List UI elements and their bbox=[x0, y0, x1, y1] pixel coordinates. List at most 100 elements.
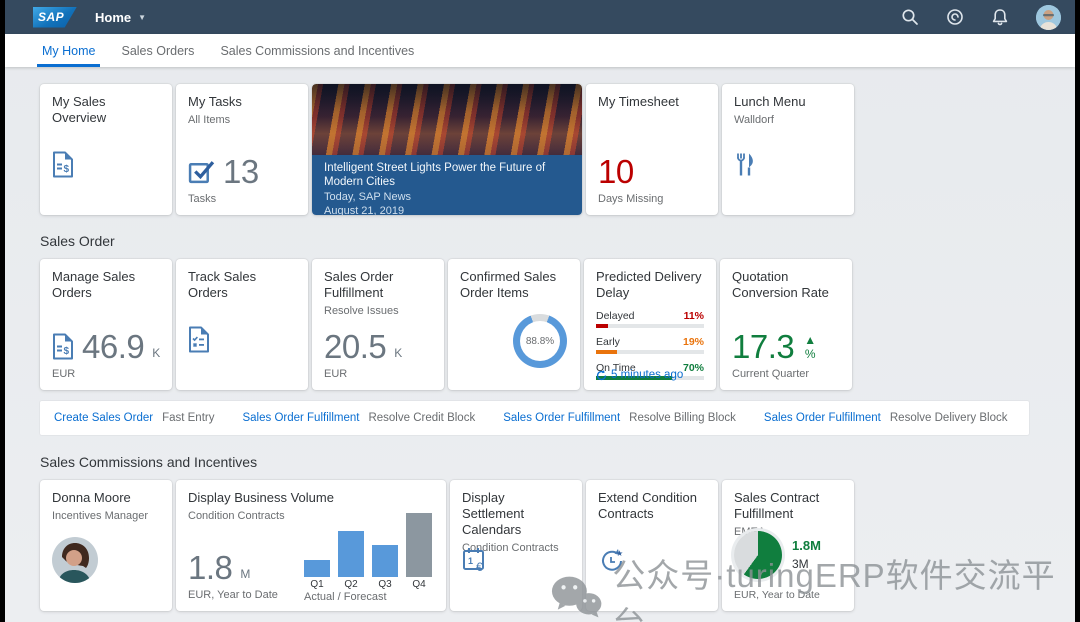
tile-title: My Tasks bbox=[188, 94, 242, 109]
tile-footer: EUR bbox=[324, 368, 348, 380]
bar-value: 19% bbox=[682, 335, 704, 348]
tile-title: Extend Condition Contracts bbox=[598, 490, 698, 521]
tile-title: Track Sales Orders bbox=[188, 269, 257, 300]
link-group: Sales Order Fulfillment Resolve Billing … bbox=[503, 412, 736, 424]
bar-cat-label: Q3 bbox=[378, 579, 392, 590]
bar-chart-quarterly-volume: Q1 Q2 Q3 Q4 Actual / Forecast bbox=[304, 513, 432, 603]
sap-logo: SAP bbox=[33, 6, 77, 28]
link-create-sales-order[interactable]: Create Sales Order bbox=[54, 412, 153, 424]
link-desc: Resolve Credit Block bbox=[368, 412, 476, 424]
commissions-tile-row: Donna Moore Incentives Manager Display B… bbox=[40, 480, 1075, 611]
notifications-bell-icon[interactable] bbox=[991, 8, 1009, 26]
pie-chart-contract-fulfillment bbox=[734, 531, 782, 579]
tile-content-area: My Sales Overview $ My Tasks All Items 1… bbox=[5, 67, 1075, 611]
radial-chart-label: 88.8% bbox=[525, 335, 555, 347]
tile-donna-moore[interactable]: Donna Moore Incentives Manager bbox=[40, 480, 172, 611]
person-avatar bbox=[52, 537, 98, 583]
link-group: Sales Order Fulfillment Resolve Credit B… bbox=[242, 412, 475, 424]
tile-title: Display Business Volume bbox=[188, 490, 334, 505]
tile-footer: EUR bbox=[52, 368, 76, 380]
section-header-sales-order: Sales Order bbox=[40, 233, 115, 249]
task-check-icon bbox=[188, 161, 215, 184]
bar-cat-label: Q2 bbox=[344, 579, 358, 590]
tile-title: Confirmed Sales Order Items bbox=[460, 269, 557, 300]
bar-q2 bbox=[338, 530, 364, 577]
copilot-icon[interactable] bbox=[946, 8, 964, 26]
tile-my-sales-overview[interactable]: My Sales Overview $ bbox=[40, 84, 172, 215]
tile-news[interactable]: Intelligent Street Lights Power the Futu… bbox=[312, 84, 582, 215]
tile-subtitle: Resolve Issues bbox=[324, 304, 399, 317]
tile-subtitle: Walldorf bbox=[734, 113, 774, 126]
sales-order-tile-row: Manage Sales Orders $ 46.9 K EUR Track S… bbox=[40, 259, 1075, 390]
tab-label: My Home bbox=[42, 43, 96, 58]
tab-sales-commissions[interactable]: Sales Commissions and Incentives bbox=[220, 34, 414, 67]
kpi-value: 20.5 bbox=[324, 328, 387, 365]
bar-q4-forecast bbox=[406, 513, 432, 577]
meal-icon bbox=[737, 153, 753, 176]
tab-my-home[interactable]: My Home bbox=[36, 34, 102, 67]
kpi-unit: % bbox=[804, 346, 816, 361]
link-sales-order-fulfillment[interactable]: Sales Order Fulfillment bbox=[242, 412, 359, 424]
tile-title: My Timesheet bbox=[598, 94, 679, 109]
extend-appointment-icon: ★ bbox=[602, 549, 623, 571]
tile-quotation-conversion-rate[interactable]: Quotation Conversion Rate 17.3 ▲ % Curre… bbox=[720, 259, 852, 390]
shell-title-text: Home bbox=[95, 9, 132, 25]
search-icon[interactable] bbox=[901, 8, 919, 26]
kpi-unit: K bbox=[394, 346, 403, 360]
news-headline: Intelligent Street Lights Power the Futu… bbox=[324, 162, 546, 189]
tile-predicted-delivery-delay[interactable]: Predicted Delivery Delay Delayed 11% Ear… bbox=[584, 259, 716, 390]
tile-sales-contract-fulfillment[interactable]: Sales Contract Fulfillment EMEA 1.8M 3M … bbox=[722, 480, 854, 611]
link-group: Create Sales Order Fast Entry bbox=[54, 412, 214, 424]
tab-label: Sales Commissions and Incentives bbox=[220, 43, 415, 58]
link-group: Sales Order Fulfillment Resolve Delivery… bbox=[764, 412, 1008, 424]
tasks-count: 13 bbox=[223, 153, 259, 190]
tile-display-business-volume[interactable]: Display Business Volume Condition Contra… bbox=[176, 480, 446, 611]
tile-track-sales-orders[interactable]: Track Sales Orders bbox=[176, 259, 308, 390]
tile-manage-sales-orders[interactable]: Manage Sales Orders $ 46.9 K EUR bbox=[40, 259, 172, 390]
tile-title: Predicted Delivery Delay bbox=[596, 269, 702, 300]
link-desc: Fast Entry bbox=[162, 412, 215, 424]
tile-lunch-menu[interactable]: Lunch Menu Walldorf bbox=[722, 84, 854, 215]
home-menu-button[interactable]: Home ▼ bbox=[95, 10, 146, 25]
tile-my-tasks[interactable]: My Tasks All Items 13 Tasks bbox=[176, 84, 308, 215]
sales-document-icon: $ bbox=[53, 151, 73, 178]
tab-sales-orders[interactable]: Sales Orders bbox=[121, 34, 194, 67]
tile-title: Sales Contract Fulfillment bbox=[734, 490, 820, 521]
comparison-bar-early: Early 19% bbox=[596, 336, 704, 354]
trend-up-icon: ▲ bbox=[804, 332, 817, 347]
svg-text:$: $ bbox=[64, 164, 70, 175]
tile-extend-condition-contracts[interactable]: Extend Condition Contracts ★ bbox=[586, 480, 718, 611]
refresh-link[interactable]: 5 minutes ago bbox=[596, 369, 683, 381]
link-sales-order-fulfillment[interactable]: Sales Order Fulfillment bbox=[503, 412, 620, 424]
tile-display-settlement-calendars[interactable]: Display Settlement Calendars Condition C… bbox=[450, 480, 582, 611]
tile-title: Sales Order Fulfillment bbox=[324, 269, 394, 300]
tile-title: My Sales Overview bbox=[52, 94, 107, 125]
svg-text:$: $ bbox=[64, 346, 70, 357]
user-avatar[interactable] bbox=[1036, 4, 1061, 30]
bar-q1 bbox=[304, 559, 330, 577]
tile-footer: EUR, Year to Date bbox=[734, 589, 820, 601]
link-sales-order-fulfillment[interactable]: Sales Order Fulfillment bbox=[764, 412, 881, 424]
shell-header: SAP Home ▼ bbox=[5, 0, 1075, 34]
tile-subtitle: All Items bbox=[188, 113, 231, 126]
order-status-document-icon bbox=[189, 326, 209, 353]
chart-caption: Actual / Forecast bbox=[304, 591, 387, 603]
tile-confirmed-sales-order-items[interactable]: Confirmed Sales Order Items 88.8% bbox=[448, 259, 580, 390]
kpi-value: 46.9 bbox=[82, 328, 145, 365]
bar-label: Delayed bbox=[596, 309, 635, 322]
radial-chart-confirmed-items: 88.8% bbox=[513, 314, 567, 368]
bar-q3 bbox=[372, 545, 398, 577]
user-avatar-image bbox=[1036, 4, 1061, 30]
kpi-unit: M bbox=[240, 567, 251, 581]
tile-my-timesheet[interactable]: My Timesheet 10 Days Missing bbox=[586, 84, 718, 215]
shell-actions bbox=[901, 4, 1061, 30]
tab-label: Sales Orders bbox=[121, 43, 195, 58]
link-desc: Resolve Delivery Block bbox=[889, 412, 1008, 424]
link-desc: Resolve Billing Block bbox=[629, 412, 736, 424]
sap-logo-text: SAP bbox=[38, 10, 65, 24]
tile-sales-order-fulfillment[interactable]: Sales Order Fulfillment Resolve Issues 2… bbox=[312, 259, 444, 390]
chevron-down-icon: ▼ bbox=[138, 12, 147, 22]
actual-value: 1.8M bbox=[792, 538, 821, 553]
tile-title: Quotation Conversion Rate bbox=[732, 269, 829, 300]
tile-footer: Current Quarter bbox=[732, 368, 810, 380]
